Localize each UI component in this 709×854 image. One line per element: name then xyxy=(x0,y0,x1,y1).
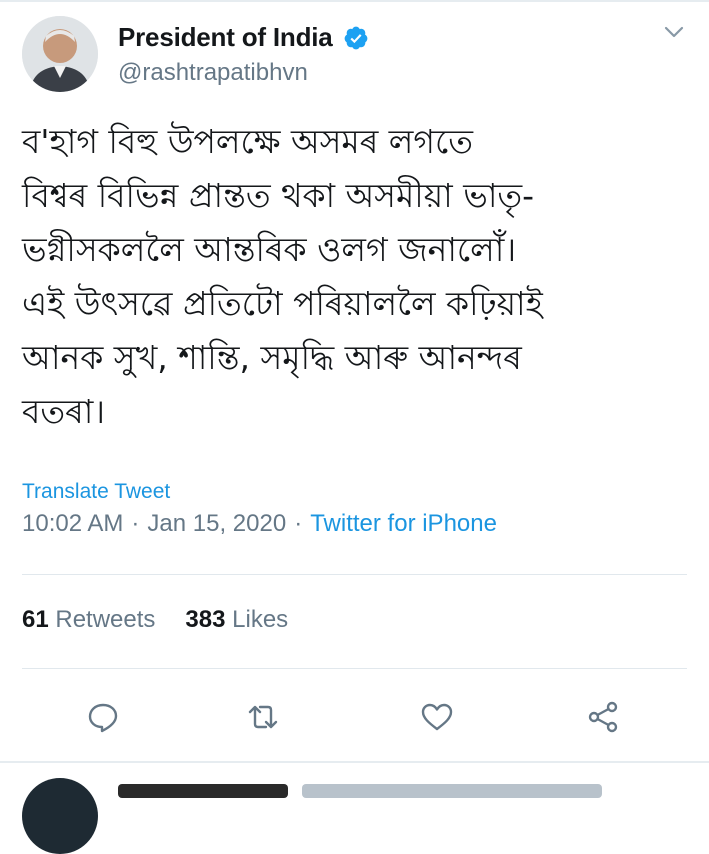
tweet-text-line: এই উৎসৱে প্ৰতিটো পৰিয়াললৈ কঢ়িয়াই xyxy=(22,284,543,323)
divider xyxy=(22,668,687,669)
author-info: President of India @rashtrapatibhvn xyxy=(118,22,369,87)
tweet-stats: 61 Retweets 383 Likes xyxy=(22,606,288,634)
tweet-meta: 10:02 AM · Jan 15, 2020 · Twitter for iPhone xyxy=(22,510,497,538)
next-tweet-handle-placeholder xyxy=(302,784,602,798)
likes-count: 383 xyxy=(185,606,226,633)
avatar[interactable] xyxy=(22,16,98,92)
tweet-text-line: আনক সুখ, শান্তি, সমৃদ্ধি আৰু আনন্দৰ xyxy=(22,338,522,377)
next-tweet-name-placeholder xyxy=(118,784,288,798)
translate-tweet-link[interactable]: Translate Tweet xyxy=(22,480,170,504)
retweet-icon[interactable] xyxy=(246,700,280,734)
tweet-text-line: বিশ্বৰ বিভিন্ন প্ৰান্তত থকা অসমীয়া ভাতৃ… xyxy=(22,176,535,215)
verified-badge-icon xyxy=(343,25,369,51)
author-handle[interactable]: @rashtrapatibhvn xyxy=(118,59,369,87)
tweet-date[interactable]: Jan 15, 2020 xyxy=(147,510,286,537)
action-bar xyxy=(86,700,626,734)
share-icon[interactable] xyxy=(586,700,620,734)
top-divider xyxy=(0,0,709,2)
divider xyxy=(22,574,687,575)
tweet-time: 10:02 AM xyxy=(22,510,124,537)
tweet-text-line: বতৰা। xyxy=(22,392,106,431)
avatar xyxy=(22,778,98,854)
next-tweet-preview[interactable] xyxy=(22,778,622,854)
retweets-count: 61 xyxy=(22,606,49,633)
meta-separator: · xyxy=(131,510,140,537)
tweet-text-line: ব'হাগ বিহু উপলক্ষে অসমৰ লগতে xyxy=(22,122,474,161)
retweets-stat[interactable]: 61 Retweets xyxy=(22,606,155,633)
divider xyxy=(0,761,709,763)
tweet-text-line: ভগ্নীসকললৈ আন্তৰিক ওলগ জনালোঁ। xyxy=(22,230,517,269)
likes-label: Likes xyxy=(232,606,289,633)
chevron-down-icon[interactable] xyxy=(661,22,687,42)
heart-icon[interactable] xyxy=(420,700,454,734)
tweet-text: ব'হাগ বিহু উপলক্ষে অসমৰ লগতে বিশ্বৰ বিভি… xyxy=(22,115,694,439)
meta-separator: · xyxy=(294,510,303,537)
reply-icon[interactable] xyxy=(86,700,120,734)
tweet-source-link[interactable]: Twitter for iPhone xyxy=(310,510,497,537)
likes-stat[interactable]: 383 Likes xyxy=(185,606,288,633)
display-name[interactable]: President of India xyxy=(118,22,333,53)
retweets-label: Retweets xyxy=(55,606,156,633)
tweet-header: President of India @rashtrapatibhvn xyxy=(22,16,691,94)
